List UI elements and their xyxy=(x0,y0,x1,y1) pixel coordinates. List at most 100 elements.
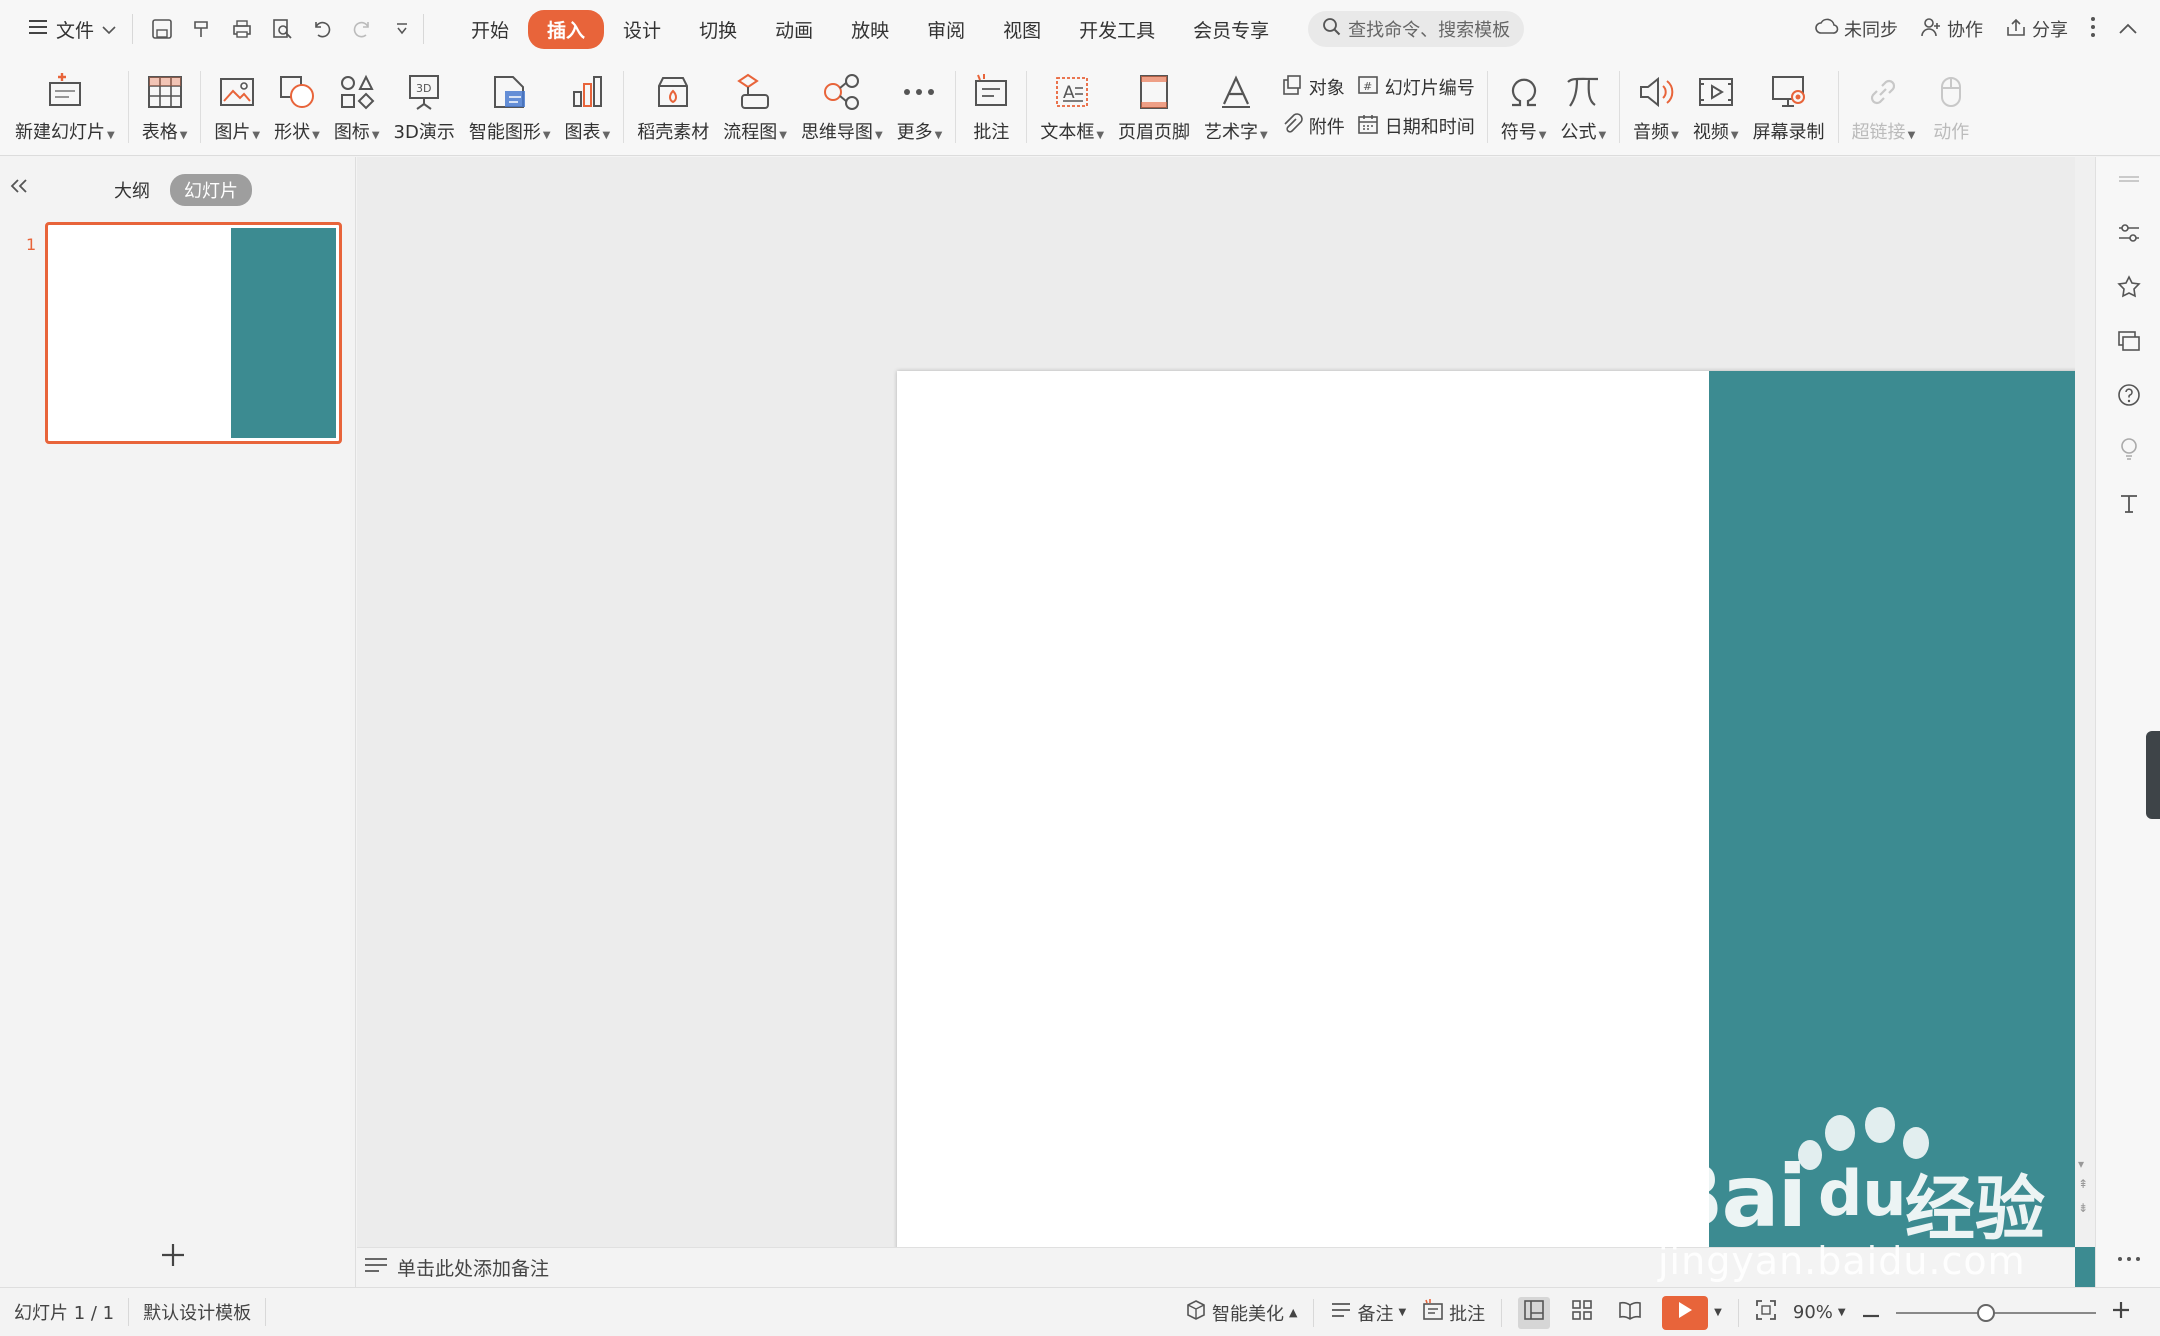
lightbulb-icon[interactable] xyxy=(2115,435,2143,463)
shape-icon xyxy=(275,70,319,114)
tab-slideshow[interactable]: 放映 xyxy=(832,10,908,49)
mindmap-button[interactable]: 思维导图 ▼ xyxy=(794,63,890,151)
zoom-out-icon[interactable] xyxy=(1862,1302,1880,1323)
fit-window-button[interactable] xyxy=(1755,1299,1777,1326)
collaborate-button[interactable]: 协作 xyxy=(1920,16,1983,42)
comments-toggle-button[interactable]: 批注 xyxy=(1422,1299,1485,1326)
formula-button[interactable]: 公式 ▼ xyxy=(1553,63,1613,151)
zoom-in-icon[interactable] xyxy=(2112,1301,2130,1324)
datetime-button[interactable]: 日期和时间 xyxy=(1357,113,1475,140)
tab-animation[interactable]: 动画 xyxy=(756,10,832,49)
zoom-slider[interactable] xyxy=(1895,1303,2096,1323)
vertical-scrollbar[interactable]: ▾ ⇞ ⇟ xyxy=(2075,157,2095,1247)
zoom-slider-knob[interactable] xyxy=(1976,1303,1995,1322)
more-vertical-icon[interactable] xyxy=(2090,16,2096,43)
divider xyxy=(623,70,625,143)
insert-ribbon: 新建幻灯片 ▼ 表格 ▼ 图片 ▼ 形状 ▼ 图标 ▼ 3D 3D演示 智能图形… xyxy=(0,58,2160,156)
notes-bar[interactable]: 单击此处添加备注 xyxy=(357,1247,2075,1287)
material-shop-icon xyxy=(651,70,695,114)
chevron-down-icon[interactable]: ▼ xyxy=(1714,1307,1722,1318)
help-icon[interactable] xyxy=(2115,381,2143,409)
reading-view-button[interactable] xyxy=(1614,1297,1646,1329)
formula-label: 公式 xyxy=(1560,121,1597,143)
hyperlink-button[interactable]: 超链接 ▼ xyxy=(1845,63,1923,151)
adjust-sliders-icon[interactable] xyxy=(2115,219,2143,247)
tab-developer[interactable]: 开发工具 xyxy=(1060,10,1174,49)
play-slideshow-button[interactable] xyxy=(1662,1295,1709,1330)
smartart-button[interactable]: 智能图形 ▼ xyxy=(462,63,558,151)
normal-view-button[interactable] xyxy=(1518,1296,1551,1329)
tab-transition[interactable]: 切换 xyxy=(680,10,756,49)
tab-home[interactable]: 开始 xyxy=(452,10,528,49)
search-placeholder: 查找命令、搜索模板 xyxy=(1348,20,1511,41)
chevron-down-icon: ▼ xyxy=(1096,129,1105,141)
slide-thumbnail[interactable] xyxy=(45,222,342,444)
tab-slides[interactable]: 幻灯片 xyxy=(170,174,252,206)
redo-icon[interactable] xyxy=(349,16,375,42)
flowchart-button[interactable]: 流程图 ▼ xyxy=(716,63,794,151)
zoom-level-dropdown[interactable]: 90% ▼ xyxy=(1793,1302,1846,1323)
page-up-icon[interactable]: ⇞ xyxy=(2078,1177,2088,1191)
header-footer-button[interactable]: 页眉页脚 xyxy=(1111,63,1197,151)
tab-review[interactable]: 审阅 xyxy=(908,10,984,49)
attachment-button[interactable]: 附件 xyxy=(1281,112,1345,140)
collapse-ribbon-icon[interactable] xyxy=(2118,19,2138,40)
more-button[interactable]: 更多 ▼ xyxy=(890,63,950,151)
page-down-icon[interactable]: ⇟ xyxy=(2078,1201,2088,1215)
slide-thumbnail-number: 1 xyxy=(26,235,37,254)
tab-view[interactable]: 视图 xyxy=(984,10,1060,49)
tab-outline[interactable]: 大纲 xyxy=(100,174,164,206)
share-button[interactable]: 分享 xyxy=(2005,16,2068,42)
video-button[interactable]: 视频 ▼ xyxy=(1686,63,1746,151)
scroll-down-icon[interactable]: ▾ xyxy=(2078,1157,2084,1171)
action-button[interactable]: 动作 xyxy=(1922,63,1980,151)
material-button[interactable]: 稻壳素材 xyxy=(630,63,716,151)
right-task-sidebar xyxy=(2095,157,2160,1287)
save-icon[interactable] xyxy=(149,16,175,42)
table-button[interactable]: 表格 ▼ xyxy=(135,63,195,151)
textbox-label: 文本框 xyxy=(1040,121,1095,143)
screen-record-button[interactable]: 屏幕录制 xyxy=(1746,63,1832,151)
insert-object-group: 对象 附件 xyxy=(1275,74,1351,140)
slide-number-button[interactable]: # 幻灯片编号 xyxy=(1357,74,1475,101)
picture-button[interactable]: 图片 ▼ xyxy=(207,63,267,151)
textbox-button[interactable]: A 文本框 ▼ xyxy=(1033,63,1111,151)
slide-transition-icon[interactable] xyxy=(2115,327,2143,355)
star-shape-icon[interactable] xyxy=(2115,273,2143,301)
print-preview-icon[interactable] xyxy=(269,16,295,42)
command-search-input[interactable]: 查找命令、搜索模板 xyxy=(1308,11,1525,47)
slide[interactable] xyxy=(897,371,2160,1336)
design-template-label[interactable]: 默认设计模板 xyxy=(129,1299,265,1325)
tab-insert[interactable]: 插入 xyxy=(528,9,605,49)
shape-button[interactable]: 形状 ▼ xyxy=(267,63,327,151)
chart-button[interactable]: 图表 ▼ xyxy=(558,63,618,151)
sync-button[interactable]: 未同步 xyxy=(1815,16,1898,42)
divider xyxy=(1619,70,1621,143)
icon-library-button[interactable]: 图标 ▼ xyxy=(327,63,387,151)
format-painter-icon[interactable] xyxy=(189,16,215,42)
3d-demo-button[interactable]: 3D 3D演示 xyxy=(387,63,462,151)
header-footer-icon xyxy=(1132,70,1176,114)
symbol-button[interactable]: 符号 ▼ xyxy=(1494,63,1554,151)
text-format-icon[interactable] xyxy=(2115,489,2143,517)
tab-design[interactable]: 设计 xyxy=(604,10,680,49)
divider xyxy=(265,1298,267,1326)
object-button[interactable]: 对象 xyxy=(1281,74,1345,101)
sidebar-expand-handle[interactable] xyxy=(2146,731,2160,819)
notes-toggle-button[interactable]: 备注 ▼ xyxy=(1330,1300,1406,1326)
audio-button[interactable]: 音频 ▼ xyxy=(1626,63,1686,151)
customize-toolbar-icon[interactable] xyxy=(389,16,415,42)
new-slide-button[interactable]: 新建幻灯片 ▼ xyxy=(8,63,122,151)
add-slide-icon[interactable] xyxy=(160,1237,186,1277)
tab-member[interactable]: 会员专享 xyxy=(1174,10,1288,49)
slide-sorter-button[interactable] xyxy=(1566,1297,1598,1329)
more-horizontal-icon[interactable] xyxy=(2115,1245,2143,1273)
smart-beautify-button[interactable]: 智能美化 ▲ xyxy=(1185,1299,1297,1326)
material-label: 稻壳素材 xyxy=(637,121,710,143)
file-menu-button[interactable]: 文件 xyxy=(20,9,124,49)
undo-icon[interactable] xyxy=(309,16,335,42)
comment-button[interactable]: 批注 xyxy=(962,63,1020,151)
wordart-button[interactable]: 艺术字 ▼ xyxy=(1197,63,1275,151)
print-icon[interactable] xyxy=(229,16,255,42)
slide-counter: 幻灯片 1 / 1 xyxy=(14,1303,115,1324)
